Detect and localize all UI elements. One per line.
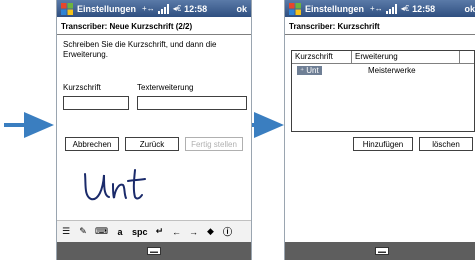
arrow-icon [4, 112, 54, 138]
shorthand-cell: Unt [306, 66, 319, 75]
divider [285, 34, 475, 35]
list-header: Kurzschrift Erweiterung [292, 51, 474, 64]
title-bar: Einstellungen +↔ ◂€ 12:58 ok [285, 0, 475, 17]
input-panel-toolbar: ☰ ✎ ⌨ a spc ↵ ← → ◆ ⓘ [57, 220, 251, 242]
divider [57, 34, 251, 35]
title-bar: Einstellungen +↔ ◂€ 12:58 ok [57, 0, 251, 17]
letter-a-icon[interactable]: a [115, 227, 125, 237]
enter-icon[interactable]: ↵ [155, 226, 165, 237]
windows-start-icon[interactable] [60, 2, 74, 16]
column-header-shorthand[interactable]: Kurzschrift [292, 51, 352, 64]
finish-button[interactable]: Fertig stellen [185, 137, 243, 151]
delete-button[interactable]: löschen [419, 137, 473, 151]
right-arrow-icon[interactable]: → [189, 227, 199, 237]
pen-icon[interactable]: ✎ [78, 226, 88, 237]
space-key[interactable]: spc [132, 227, 148, 237]
page-title: Transcriber: Neue Kurzschrift (2/2) [61, 22, 193, 31]
signal-icon[interactable] [157, 3, 170, 14]
add-button[interactable]: Hinzufügen [353, 137, 413, 151]
volume-icon[interactable]: ◂€ [401, 4, 409, 13]
cancel-button[interactable]: Abbrechen [65, 137, 119, 151]
volume-icon[interactable]: ◂€ [173, 4, 181, 13]
clock[interactable]: 12:58 [184, 4, 207, 14]
list-icon[interactable]: ☰ [61, 226, 71, 237]
page-title: Transcriber: Kurzschrift [289, 22, 380, 31]
window-title: Einstellungen [305, 3, 365, 14]
ok-button[interactable]: ok [236, 4, 247, 14]
expansion-field[interactable] [137, 96, 247, 110]
shorthand-list[interactable]: Kurzschrift Erweiterung ⁺ Unt Meisterwer… [291, 50, 475, 132]
column-header-expansion[interactable]: Erweiterung [352, 51, 460, 64]
handwriting-input[interactable] [81, 166, 151, 206]
keyboard-icon[interactable] [375, 247, 389, 255]
connectivity-icon[interactable]: +↔ [142, 4, 155, 13]
back-button[interactable]: Zurück [125, 137, 179, 151]
expansion-cell: Meisterwerke [368, 66, 416, 75]
list-item[interactable]: ⁺ Unt Meisterwerke [292, 66, 474, 78]
keyboard-icon[interactable] [147, 247, 161, 255]
instruction-text: Schreiben Sie die Kurzschrift, und dann … [63, 40, 217, 59]
menu-bar [57, 242, 251, 260]
diamond-icon[interactable]: ◆ [206, 226, 216, 237]
new-shorthand-screen: Einstellungen +↔ ◂€ 12:58 ok Transcriber… [56, 0, 252, 260]
shorthand-list-screen: Einstellungen +↔ ◂€ 12:58 ok Transcriber… [284, 0, 475, 260]
expansion-label: Texterweiterung [137, 83, 194, 92]
selected-entry[interactable]: ⁺ Unt [297, 66, 322, 75]
window-title: Einstellungen [77, 3, 137, 14]
help-icon[interactable]: ⓘ [223, 225, 233, 238]
left-arrow-icon[interactable]: ← [172, 227, 182, 237]
shorthand-field[interactable] [63, 96, 129, 110]
keyboard-icon[interactable]: ⌨ [95, 226, 108, 237]
signal-icon[interactable] [385, 3, 398, 14]
shorthand-label: Kurzschrift [63, 83, 101, 92]
windows-start-icon[interactable] [288, 2, 302, 16]
entry-icon: ⁺ [300, 66, 305, 75]
connectivity-icon[interactable]: +↔ [370, 4, 383, 13]
clock[interactable]: 12:58 [412, 4, 435, 14]
ok-button[interactable]: ok [464, 4, 475, 14]
menu-bar [285, 242, 475, 260]
